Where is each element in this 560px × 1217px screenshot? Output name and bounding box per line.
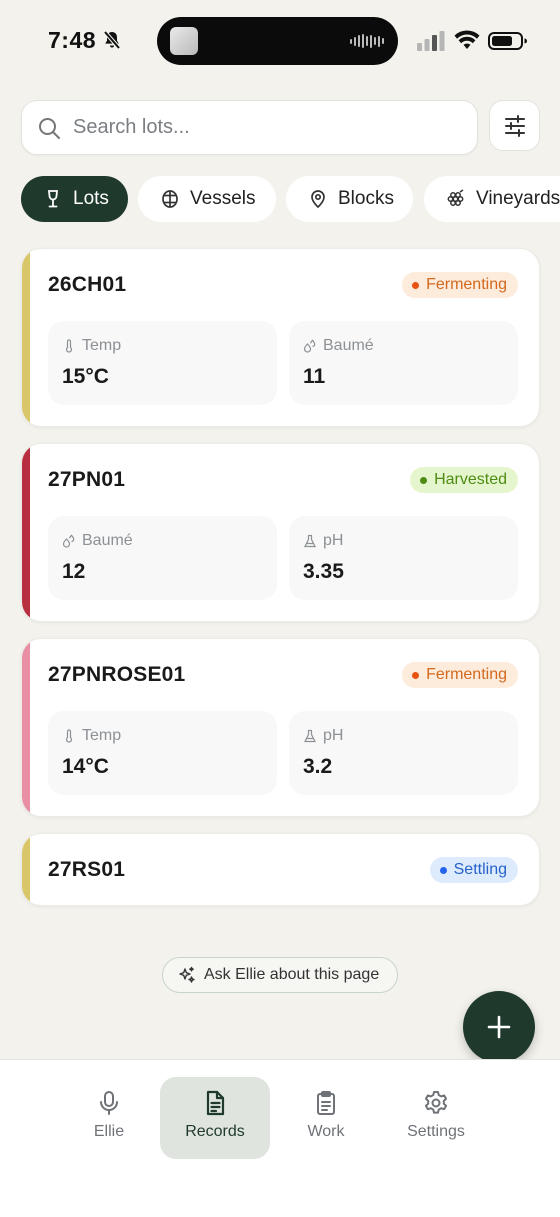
nav-work[interactable]: Work xyxy=(271,1077,381,1159)
ask-ellie-label: Ask Ellie about this page xyxy=(204,966,380,983)
ask-ellie-button[interactable]: Ask Ellie about this page xyxy=(162,957,398,993)
add-lot-button[interactable] xyxy=(463,991,535,1063)
lot-card[interactable]: 27PN01 Harvested Baumé 12 pH 3.35 xyxy=(21,443,540,622)
status-dot xyxy=(439,866,447,874)
metric-label: Baumé xyxy=(303,337,374,355)
metric-label: pH xyxy=(303,532,343,550)
lot-name: 26CH01 xyxy=(48,273,127,296)
metric-label-text: Temp xyxy=(82,337,122,354)
chip-vessels[interactable]: Vessels xyxy=(138,176,276,222)
metric-label-text: pH xyxy=(323,727,344,744)
audio-waveform-icon xyxy=(350,34,384,48)
status-label: Fermenting xyxy=(426,666,507,683)
status-badge: Settling xyxy=(429,857,518,883)
lot-color-stripe xyxy=(22,834,30,905)
metric-label: Temp xyxy=(62,337,121,355)
metric-label-text: Baumé xyxy=(82,532,133,549)
nav-label: Ellie xyxy=(93,1123,125,1140)
nav-label: Records xyxy=(185,1123,245,1140)
cellular-signal-icon xyxy=(417,31,445,51)
lot-name: 27PN01 xyxy=(48,468,126,491)
nav-records[interactable]: Records xyxy=(160,1077,270,1159)
gear-icon xyxy=(424,1091,448,1114)
lot-card[interactable]: 27RS01 Settling xyxy=(21,833,540,906)
lot-color-stripe xyxy=(22,249,30,426)
status-dot xyxy=(412,281,420,289)
droplets-icon xyxy=(62,534,75,548)
lot-name: 27RS01 xyxy=(48,858,126,881)
metric-value: 11 xyxy=(303,365,326,388)
status-bar: 7:48 xyxy=(0,0,560,84)
status-badge: Harvested xyxy=(410,467,518,493)
lot-color-stripe xyxy=(22,444,30,621)
chip-label: Lots xyxy=(73,188,109,209)
map-pin-icon xyxy=(311,190,325,209)
chip-label: Vineyards xyxy=(476,188,560,209)
metric-label: Baumé xyxy=(62,532,133,550)
category-chips: Lots Vessels Blocks Vineyards xyxy=(21,176,560,222)
chip-blocks[interactable]: Blocks xyxy=(286,176,413,222)
nav-settings[interactable]: Settings xyxy=(381,1077,491,1159)
status-badge: Fermenting xyxy=(402,662,518,688)
filter-button[interactable] xyxy=(489,100,540,151)
microphone-icon xyxy=(100,1091,118,1115)
barrel-icon xyxy=(162,190,178,208)
chip-lots[interactable]: Lots xyxy=(21,176,128,222)
metric-ph: pH 3.2 xyxy=(289,711,518,795)
metric-temp: Temp 15°C xyxy=(48,321,277,405)
flask-icon xyxy=(304,534,316,548)
lot-color-stripe xyxy=(22,639,30,816)
wine-glass-icon xyxy=(48,190,58,208)
search-bar[interactable] xyxy=(21,100,478,155)
wifi-icon xyxy=(454,30,480,49)
metric-label: pH xyxy=(303,727,343,745)
dynamic-island xyxy=(157,17,398,65)
battery-icon xyxy=(488,32,527,50)
metric-ph: pH 3.35 xyxy=(289,516,518,600)
plus-icon xyxy=(487,1015,511,1039)
grapes-icon xyxy=(447,189,464,206)
now-playing-thumbnail xyxy=(170,27,198,55)
bell-muted-icon xyxy=(103,30,121,50)
flask-icon xyxy=(304,729,316,743)
metric-label-text: Baumé xyxy=(323,337,374,354)
status-time: 7:48 xyxy=(48,27,97,53)
status-label: Harvested xyxy=(434,471,507,488)
status-dot xyxy=(420,476,428,484)
sliders-icon xyxy=(504,114,525,137)
metric-temp: Temp 14°C xyxy=(48,711,277,795)
metric-label-text: Temp xyxy=(82,727,122,744)
metric-value: 3.2 xyxy=(303,755,333,778)
thermometer-icon xyxy=(65,339,73,353)
nav-label: Settings xyxy=(407,1123,465,1140)
status-badge: Fermenting xyxy=(402,272,518,298)
chip-label: Blocks xyxy=(338,188,394,209)
metric-label-text: pH xyxy=(323,532,344,549)
lot-name: 27PNROSE01 xyxy=(48,663,186,686)
search-input[interactable] xyxy=(73,101,463,154)
status-label: Settling xyxy=(453,861,507,878)
thermometer-icon xyxy=(65,729,73,743)
metric-value: 14°C xyxy=(62,755,109,778)
document-icon xyxy=(206,1090,225,1116)
metric-value: 12 xyxy=(62,560,86,583)
lot-card[interactable]: 27PNROSE01 Fermenting Temp 14°C pH 3.2 xyxy=(21,638,540,817)
metric-baume: Baumé 11 xyxy=(289,321,518,405)
droplets-icon xyxy=(303,339,316,353)
metric-value: 15°C xyxy=(62,365,109,388)
status-dot xyxy=(412,671,420,679)
nav-ellie[interactable]: Ellie xyxy=(54,1077,164,1159)
bottom-navigation: Ellie Records Work Settings xyxy=(0,1059,560,1217)
metric-value: 3.35 xyxy=(303,560,344,583)
clipboard-icon xyxy=(317,1091,335,1115)
sparkles-icon xyxy=(179,966,195,983)
lot-card[interactable]: 26CH01 Fermenting Temp 15°C Baumé 11 xyxy=(21,248,540,427)
metric-label: Temp xyxy=(62,727,121,745)
search-icon xyxy=(39,118,60,139)
metric-baume: Baumé 12 xyxy=(48,516,277,600)
nav-label: Work xyxy=(307,1123,345,1140)
status-label: Fermenting xyxy=(426,276,507,293)
chip-vineyards[interactable]: Vineyards xyxy=(424,176,560,222)
chip-label: Vessels xyxy=(190,188,256,209)
